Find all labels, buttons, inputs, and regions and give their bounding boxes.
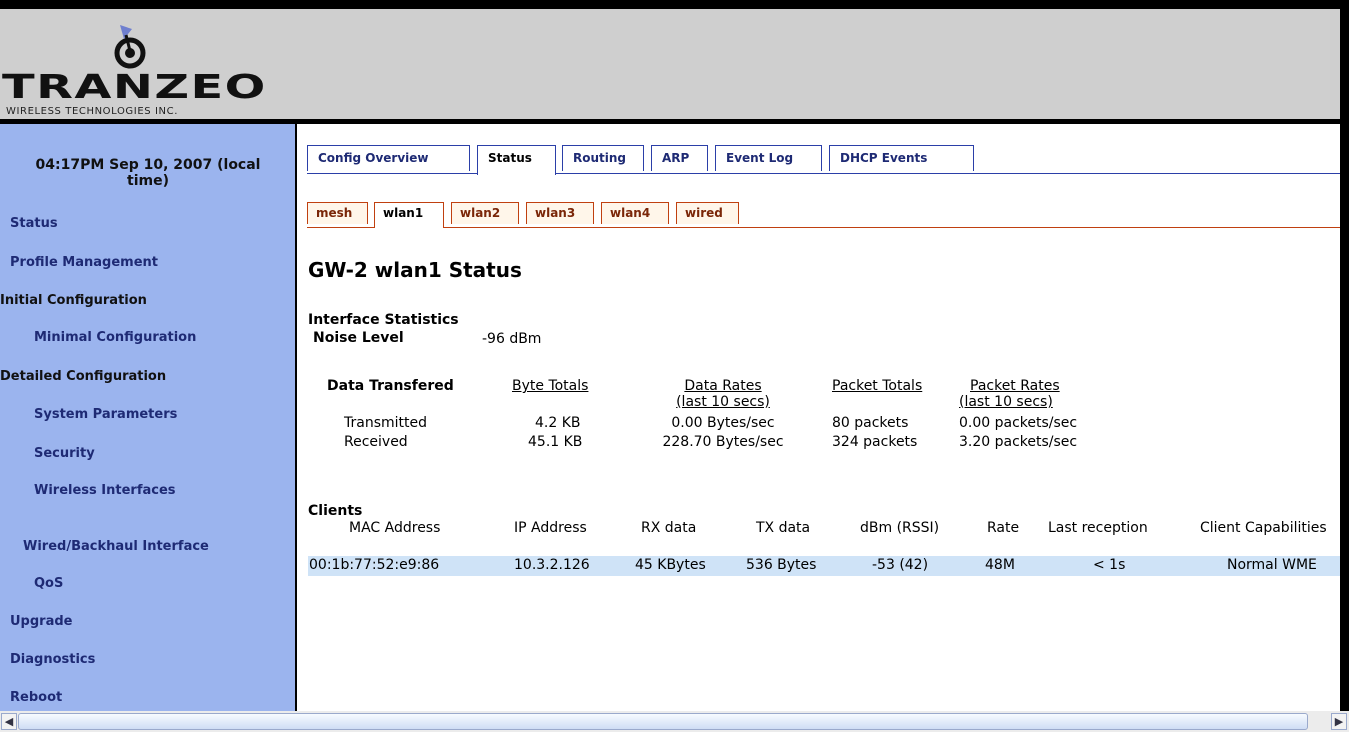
header-data-rates: Data Rates	[684, 378, 762, 394]
sidebar-item-profile-management[interactable]: Profile Management	[10, 255, 158, 270]
header-packet-rates: Packet Rates	[970, 378, 1060, 394]
sidebar-item-minimal-configuration[interactable]: Minimal Configuration	[34, 330, 196, 345]
scroll-left-button[interactable]: ◀	[1, 713, 17, 730]
row-transmitted-packets: 80 packets	[832, 415, 909, 431]
tab-event-log[interactable]: Event Log	[715, 145, 822, 171]
tranzeo-logo-text: TRANZEO	[2, 67, 267, 106]
client-mac: 00:1b:77:52:e9:86	[309, 557, 440, 573]
right-edge	[1340, 9, 1349, 732]
tab-dhcp-events[interactable]: DHCP Events	[829, 145, 974, 171]
clients-header-rate: Rate	[987, 520, 1020, 536]
subtab-wired[interactable]: wired	[676, 202, 739, 224]
row-transmitted-label: Transmitted	[344, 415, 428, 431]
client-tx: 536 Bytes	[746, 557, 817, 573]
scroll-thumb[interactable]	[18, 713, 1308, 730]
header-data-rates-sub: (last 10 secs)	[676, 394, 770, 410]
clients-header-last-reception: Last reception	[1048, 520, 1148, 536]
header-packet-totals: Packet Totals	[832, 378, 923, 394]
row-transmitted-bytes: 4.2 KB	[535, 415, 581, 431]
sidebar-item-wired-backhaul[interactable]: Wired/Backhaul Interface	[23, 539, 209, 554]
noise-level-label: Noise Level	[313, 330, 404, 346]
page-title: GW-2 wlan1 Status	[308, 258, 522, 282]
logo-subtitle: WIRELESS TECHNOLOGIES INC.	[6, 106, 178, 117]
client-dbm: -53 (42)	[872, 557, 929, 573]
row-received-rate: 228.70 Bytes/sec	[662, 434, 784, 450]
clock: 04:17PM Sep 10, 2007 (local time)	[35, 157, 261, 189]
tranzeo-logo-icon	[114, 25, 146, 69]
client-capabilities: Normal WME	[1227, 557, 1317, 573]
sidebar-item-upgrade[interactable]: Upgrade	[10, 614, 72, 629]
row-transmitted-rate: 0.00 Bytes/sec	[671, 415, 775, 431]
interface-tabs: mesh wlan1 wlan2 wlan3 wlan4 wired	[307, 202, 1340, 228]
tab-routing[interactable]: Routing	[562, 145, 644, 171]
subtab-wlan1[interactable]: wlan1	[374, 202, 444, 228]
scroll-right-button[interactable]: ▶	[1331, 713, 1347, 730]
browser-content: TRANZEO WIRELESS TECHNOLOGIES INC. 04:17…	[0, 9, 1349, 732]
client-rate: 48M	[985, 557, 1015, 573]
primary-tabs: Config Overview Status Routing ARP Event…	[307, 145, 1340, 175]
client-ip: 10.3.2.126	[514, 557, 590, 573]
row-received-label: Received	[344, 434, 408, 450]
tab-status[interactable]: Status	[477, 145, 556, 175]
sidebar-item-status[interactable]: Status	[10, 216, 58, 231]
clients-header-capabilities: Client Capabilities	[1200, 520, 1327, 536]
sidebar-item-reboot[interactable]: Reboot	[10, 690, 62, 705]
client-last-reception: < 1s	[1093, 557, 1126, 573]
clients-header-ip: IP Address	[514, 520, 587, 536]
clients-header-mac: MAC Address	[349, 520, 441, 536]
subtab-wlan4[interactable]: wlan4	[601, 202, 669, 224]
sidebar-item-system-parameters[interactable]: System Parameters	[34, 407, 177, 422]
sidebar-item-diagnostics[interactable]: Diagnostics	[10, 652, 95, 667]
row-received-bytes: 45.1 KB	[528, 434, 583, 450]
header-byte-totals: Byte Totals	[512, 378, 589, 394]
tab-arp[interactable]: ARP	[651, 145, 708, 171]
sidebar-item-detailed-configuration: Detailed Configuration	[0, 369, 167, 384]
horizontal-scrollbar[interactable]: ◀ ▶	[0, 711, 1349, 732]
subtab-wlan3[interactable]: wlan3	[526, 202, 594, 224]
sidebar-item-qos[interactable]: QoS	[34, 576, 63, 591]
row-transmitted-packet-rate: 0.00 packets/sec	[959, 415, 1078, 431]
header-packet-rates-sub: (last 10 secs)	[959, 394, 1053, 410]
clients-header-rx: RX data	[641, 520, 697, 536]
subtab-wlan2[interactable]: wlan2	[451, 202, 519, 224]
clients-header-tx: TX data	[756, 520, 811, 536]
data-transferred-label: Data Transfered	[327, 378, 454, 394]
subtab-mesh[interactable]: mesh	[307, 202, 368, 224]
clients-heading: Clients	[308, 503, 363, 519]
interface-statistics-heading: Interface Statistics	[308, 312, 459, 328]
noise-level-value: -96 dBm	[482, 331, 542, 347]
sidebar-item-initial-configuration: Initial Configuration	[0, 293, 147, 308]
tab-config-overview[interactable]: Config Overview	[307, 145, 470, 171]
sidebar: 04:17PM Sep 10, 2007 (local time) Status…	[0, 124, 295, 717]
main-content: Config Overview Status Routing ARP Event…	[297, 124, 1340, 717]
header: TRANZEO WIRELESS TECHNOLOGIES INC.	[0, 9, 1340, 119]
clients-header-dbm: dBm (RSSI)	[860, 520, 940, 536]
client-rx: 45 KBytes	[635, 557, 706, 573]
row-received-packets: 324 packets	[832, 434, 918, 450]
sidebar-item-wireless-interfaces[interactable]: Wireless Interfaces	[34, 483, 176, 498]
table-row	[308, 556, 1340, 576]
sidebar-item-security[interactable]: Security	[34, 446, 95, 461]
row-received-packet-rate: 3.20 packets/sec	[959, 434, 1078, 450]
